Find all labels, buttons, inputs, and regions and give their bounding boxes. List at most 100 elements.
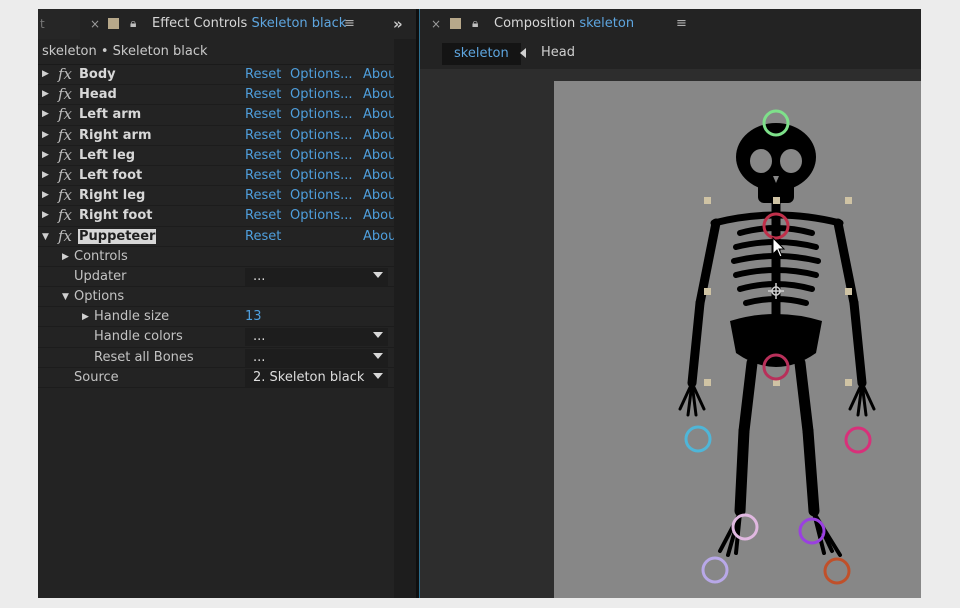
panel-menu-icon[interactable]: ≡ — [344, 16, 355, 31]
effect-name[interactable]: Left leg — [78, 148, 136, 163]
fx-icon[interactable]: fx — [58, 166, 72, 184]
close-icon[interactable]: × — [90, 17, 100, 31]
fx-icon[interactable]: fx — [58, 146, 72, 164]
collapsed-triangle-icon[interactable]: ▶ — [42, 89, 49, 99]
expanded-triangle-icon[interactable]: ▼ — [62, 292, 69, 302]
collapsed-triangle-icon[interactable]: ▶ — [42, 170, 49, 180]
about-link[interactable]: Abou — [363, 208, 396, 223]
collapsed-triangle-icon[interactable]: ▶ — [42, 150, 49, 160]
about-link[interactable]: Abou — [363, 229, 396, 244]
effect-name[interactable]: Right foot — [78, 208, 154, 223]
dropdown-value: ... — [253, 268, 266, 284]
effect-row[interactable]: ▶ fx Body Reset Options... Abou — [38, 65, 396, 86]
composition-viewer[interactable] — [420, 69, 921, 598]
fx-icon[interactable]: fx — [58, 85, 72, 103]
reset-link[interactable]: Reset — [245, 107, 281, 122]
puppet-handle[interactable] — [684, 425, 712, 453]
lock-icon[interactable]: 🔒︎ — [472, 16, 478, 31]
collapsed-triangle-icon[interactable]: ▶ — [42, 130, 49, 140]
effect-row-puppeteer[interactable]: ▼ fx Puppeteer Reset Abou — [38, 227, 396, 247]
tab-effect-controls[interactable]: × 🔒︎ Effect Controls Skeleton black ≡ — [80, 9, 416, 39]
panel-overflow-icon[interactable]: » — [393, 15, 403, 33]
options-link[interactable]: Options... — [290, 208, 353, 223]
breadcrumb-head[interactable]: Head — [541, 45, 575, 60]
about-link[interactable]: Abou — [363, 168, 396, 183]
collapsed-triangle-icon[interactable]: ▶ — [82, 312, 89, 322]
effect-name[interactable]: Head — [78, 87, 118, 102]
effects-list: ▶ fx Body Reset Options... Abou ▶ fx Head Reset Op… — [38, 65, 396, 227]
puppet-handle[interactable] — [844, 426, 872, 454]
collapsed-triangle-icon[interactable]: ▶ — [42, 69, 49, 79]
source-dropdown[interactable]: 2. Skeleton black — [245, 368, 388, 387]
reset-link[interactable]: Reset — [245, 208, 281, 223]
effect-row[interactable]: ▶ fx Right leg Reset Options... Abou — [38, 186, 396, 207]
effect-name[interactable]: Body — [78, 67, 117, 82]
reset-link[interactable]: Reset — [245, 188, 281, 203]
fx-icon[interactable]: fx — [58, 65, 72, 83]
reset-link[interactable]: Reset — [245, 128, 281, 143]
prop-reset-bones: Reset all Bones ... — [38, 348, 394, 368]
handle-colors-dropdown[interactable]: ... — [245, 328, 388, 347]
effect-name[interactable]: Right arm — [78, 128, 153, 143]
options-link[interactable]: Options... — [290, 67, 353, 82]
options-link[interactable]: Options... — [290, 188, 353, 203]
options-link[interactable]: Options... — [290, 87, 353, 102]
effect-row[interactable]: ▶ fx Left leg Reset Options... Abou — [38, 146, 396, 166]
reset-link[interactable]: Reset — [245, 87, 281, 102]
effect-name[interactable]: Left arm — [78, 107, 142, 122]
panel-scrollbar[interactable] — [394, 39, 416, 598]
effect-row[interactable]: ▶ fx Right foot Reset Options... Abou — [38, 206, 396, 227]
handle-size-value[interactable]: 13 — [245, 309, 262, 324]
about-link[interactable]: Abou — [363, 128, 396, 143]
effect-row[interactable]: ▶ fx Left arm Reset Options... Abou — [38, 105, 396, 126]
prop-options-group[interactable]: ▼ Options — [38, 287, 394, 308]
panel-menu-icon[interactable]: ≡ — [676, 16, 687, 31]
fx-icon[interactable]: fx — [58, 227, 72, 245]
reset-link[interactable]: Reset — [245, 168, 281, 183]
breadcrumb-arrow-icon[interactable] — [520, 48, 526, 58]
dropdown-arrow-icon — [373, 352, 383, 359]
options-link[interactable]: Options... — [290, 168, 353, 183]
effect-row[interactable]: ▶ fx Left foot Reset Options... Abou — [38, 166, 396, 187]
dropdown-arrow-icon — [373, 332, 383, 339]
puppet-handle[interactable] — [823, 557, 851, 585]
fx-icon[interactable]: fx — [58, 206, 72, 224]
effect-row[interactable]: ▶ fx Head Reset Options... Abou — [38, 85, 396, 106]
prop-handle-size[interactable]: ▶ Handle size 13 — [38, 307, 394, 328]
updater-dropdown[interactable]: ... — [245, 267, 388, 286]
options-link[interactable]: Options... — [290, 148, 353, 163]
dropdown-value: ... — [253, 349, 266, 365]
reset-link[interactable]: Reset — [245, 67, 281, 82]
composition-canvas[interactable] — [554, 81, 921, 598]
tab-previous[interactable]: t — [38, 9, 80, 39]
effect-controls-panel: skeleton • Skeleton black ▶ fx Body Reset Op… — [38, 39, 396, 598]
effect-row[interactable]: ▶ fx Right arm Reset Options... Abou — [38, 126, 396, 146]
composition-breadcrumb-bar: skeleton Head — [420, 39, 921, 69]
about-link[interactable]: Abou — [363, 107, 396, 122]
effect-name[interactable]: Puppeteer — [78, 228, 157, 244]
puppet-handle[interactable] — [701, 556, 729, 584]
effect-name[interactable]: Left foot — [78, 168, 143, 183]
close-icon[interactable]: × — [431, 17, 441, 31]
options-link[interactable]: Options... — [290, 107, 353, 122]
about-link[interactable]: Abou — [363, 188, 396, 203]
collapsed-triangle-icon[interactable]: ▶ — [42, 210, 49, 220]
collapsed-triangle-icon[interactable]: ▶ — [42, 109, 49, 119]
effect-name[interactable]: Right leg — [78, 188, 146, 203]
prop-controls[interactable]: ▶ Controls — [38, 247, 394, 267]
expanded-triangle-icon[interactable]: ▼ — [42, 232, 49, 242]
fx-icon[interactable]: fx — [58, 186, 72, 204]
reset-link[interactable]: Reset — [245, 148, 281, 163]
lock-icon[interactable]: 🔒︎ — [130, 16, 136, 31]
breadcrumb-skeleton[interactable]: skeleton — [442, 43, 521, 65]
fx-icon[interactable]: fx — [58, 126, 72, 144]
collapsed-triangle-icon[interactable]: ▶ — [42, 190, 49, 200]
fx-icon[interactable]: fx — [58, 105, 72, 123]
collapsed-triangle-icon[interactable]: ▶ — [62, 252, 69, 262]
reset-bones-dropdown[interactable]: ... — [245, 348, 388, 367]
about-link[interactable]: Abou — [363, 67, 396, 82]
reset-link[interactable]: Reset — [245, 229, 281, 244]
options-link[interactable]: Options... — [290, 128, 353, 143]
about-link[interactable]: Abou — [363, 87, 396, 102]
about-link[interactable]: Abou — [363, 148, 396, 163]
